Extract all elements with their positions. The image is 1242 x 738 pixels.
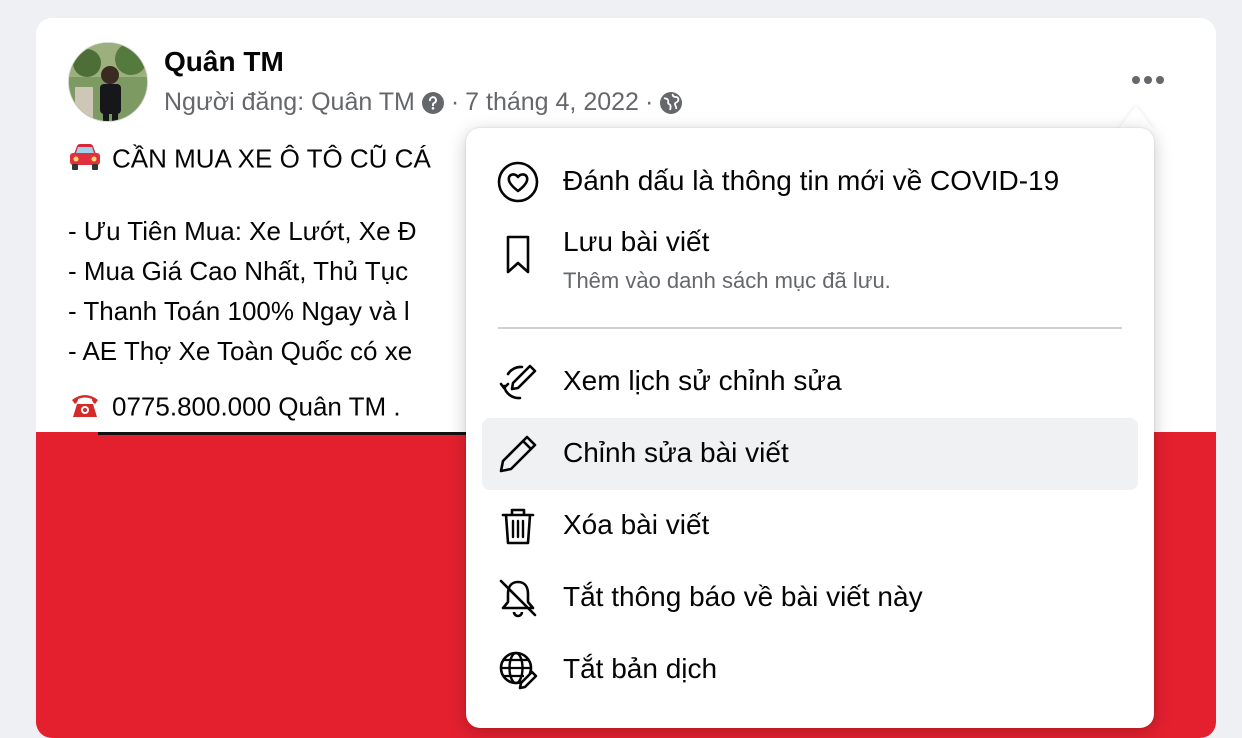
post-heading: CẦN MUA XE Ô TÔ CŨ CÁ (112, 143, 431, 174)
menu-item-edit-history[interactable]: Xem lịch sử chỉnh sửa (482, 346, 1138, 418)
question-icon[interactable] (421, 91, 445, 115)
post-options-menu: Đánh dấu là thông tin mới về COVID-19 Lư… (466, 128, 1154, 728)
menu-item-turn-off-notifications[interactable]: Tắt thông báo về bài viết này (482, 562, 1138, 634)
menu-item-save-post[interactable]: Lưu bài viết Thêm vào danh sách mục đã l… (482, 218, 1138, 310)
menu-item-label: Xóa bài viết (563, 509, 710, 540)
menu-item-delete-post[interactable]: Xóa bài viết (482, 490, 1138, 562)
edit-history-icon (496, 360, 540, 404)
menu-divider (498, 327, 1122, 329)
author-name[interactable]: Quân TM (164, 46, 284, 78)
bookmark-icon (496, 232, 540, 276)
pencil-icon (496, 432, 540, 476)
telephone-icon (68, 390, 102, 427)
menu-item-label: Đánh dấu là thông tin mới về COVID-19 (563, 165, 1060, 196)
menu-item-mark-covid-info[interactable]: Đánh dấu là thông tin mới về COVID-19 (482, 146, 1138, 218)
menu-caret (1118, 106, 1154, 130)
post-line: - AE Thợ Xe Toàn Quốc có xe (68, 336, 413, 366)
meta-separator: · (450, 88, 460, 116)
post-line: - Mua Giá Cao Nhất, Thủ Tục (68, 256, 409, 286)
avatar[interactable] (68, 42, 148, 122)
globe-icon (659, 91, 683, 115)
post-line: CẦN MUA XE Ô TÔ CŨ CÁ (68, 142, 431, 179)
post-date[interactable]: 7 tháng 4, 2022 (465, 88, 639, 117)
more-options-button[interactable] (1124, 62, 1172, 98)
heart-bubble-icon (496, 160, 540, 204)
menu-item-sublabel: Thêm vào danh sách mục đã lưu. (563, 268, 891, 293)
trash-icon (496, 504, 540, 548)
post-line: - Thanh Toán 100% Ngay và l (68, 296, 410, 326)
image-edge-line (98, 432, 518, 435)
post-line: - Ưu Tiên Mua: Xe Lướt, Xe Đ (68, 216, 417, 246)
menu-item-label: Chỉnh sửa bài viết (563, 437, 789, 468)
post-line: 0775.800.000 Quân TM . (68, 390, 401, 427)
menu-item-label: Xem lịch sử chỉnh sửa (563, 365, 842, 396)
menu-item-turn-off-translation[interactable]: Tắt bản dịch (482, 634, 1138, 706)
meta-separator: · (644, 88, 654, 116)
menu-item-label: Tắt bản dịch (563, 653, 718, 684)
phone-contact: 0775.800.000 Quân TM . (112, 391, 401, 422)
translate-icon (496, 648, 540, 692)
bell-off-icon (496, 576, 540, 620)
car-icon (68, 142, 102, 179)
menu-item-label: Tắt thông báo về bài viết này (563, 581, 923, 612)
more-dots-icon (1132, 76, 1164, 84)
post-meta: Người đăng: Quân TM · 7 tháng 4, 2022 · (164, 88, 683, 117)
menu-item-edit-post[interactable]: Chỉnh sửa bài viết (482, 418, 1138, 490)
posted-by-label[interactable]: Người đăng: Quân TM (164, 88, 415, 117)
menu-item-label: Lưu bài viết (563, 226, 710, 257)
